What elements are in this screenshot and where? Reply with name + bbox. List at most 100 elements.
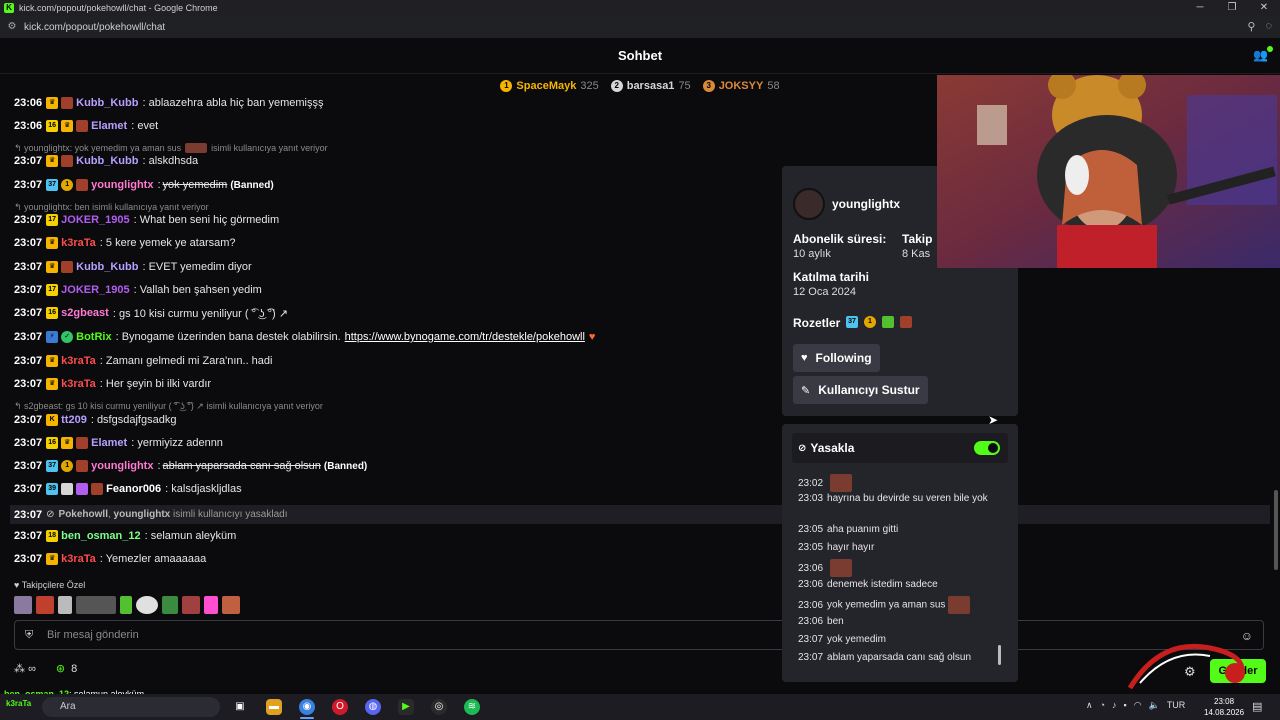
reply-icon: ↰	[14, 201, 25, 212]
log-text: ablam yaparsada canı sağ olsun	[827, 652, 972, 663]
message-username[interactable]: JOKER_1905	[61, 214, 130, 226]
tray-network-icon[interactable]: ◔	[1100, 700, 1105, 711]
ban-moderator[interactable]: Pokehowll	[59, 509, 108, 520]
chrome-icon[interactable]: ◉	[299, 699, 315, 715]
crown-badge-icon: ♛	[46, 553, 59, 565]
ban-log-scrollbar[interactable]	[998, 645, 1001, 665]
message-time: 23:07	[14, 237, 43, 249]
emote[interactable]	[14, 596, 32, 614]
message-text: : Yemezler amaaaaaa	[99, 553, 207, 565]
emote[interactable]	[58, 596, 72, 614]
chat-message: 23:07 ⚡ ✓ BotRix: Bynogame üzerinden bana d…	[14, 328, 595, 346]
message-time: 23:07	[14, 460, 43, 472]
message-username[interactable]: Kubb_Kubb	[76, 261, 138, 273]
emote[interactable]	[162, 596, 178, 614]
windows-taskbar: k3raTa Ara ▣ ▬ ◉ O ◍ ▶ ◎ ≋ ∧ ◔ ♪ ▪ ◠ 🔈 T…	[0, 694, 1280, 720]
chat-message: 23:07 16 s2gbeast: gs 10 kisi curmu yenili…	[14, 304, 288, 322]
tray-volume-icon[interactable]: 🔈	[1149, 700, 1160, 711]
emote[interactable]	[136, 596, 158, 614]
reply-context[interactable]: ↰ younglightx: yok yemedim ya aman sus is…	[14, 141, 328, 155]
tray-app-icon[interactable]: ▪	[1124, 700, 1127, 711]
minimize-icon[interactable]: ─	[1184, 0, 1216, 16]
message-time: 23:07	[14, 155, 43, 167]
kick-favicon-icon: K	[4, 3, 14, 13]
message-username[interactable]: Kubb_Kubb	[76, 155, 138, 167]
emote[interactable]	[222, 596, 240, 614]
notification-icon[interactable]: ▤	[1252, 700, 1262, 713]
user-card-username[interactable]: younglightx	[832, 197, 900, 211]
message-placeholder: Bir mesaj gönderin	[47, 629, 139, 641]
leaderboard-entry[interactable]: 1 SpaceMayk 325	[500, 80, 599, 92]
restore-icon[interactable]: ❐	[1216, 0, 1248, 16]
message-username[interactable]: JOKER_1905	[61, 284, 130, 296]
emote[interactable]	[182, 596, 200, 614]
message-time: 23:07	[14, 530, 43, 542]
avatar-badge-icon	[76, 437, 89, 449]
message-username[interactable]: s2gbeast	[61, 307, 109, 319]
leader-name: SpaceMayk	[516, 80, 577, 92]
url-text[interactable]: kick.com/popout/pokehowll/chat	[24, 22, 165, 33]
kick-app-icon[interactable]: ▶	[398, 699, 414, 715]
zoom-icon[interactable]: ⚲	[1247, 20, 1255, 33]
tray-language[interactable]: TUR	[1167, 700, 1186, 711]
message-username[interactable]: younglightx	[91, 460, 153, 472]
reply-suffix: isimli kullanıcıya yanıt veriyor	[211, 143, 328, 153]
start-button[interactable]: k3raTa	[6, 699, 31, 715]
message-username[interactable]: Elamet	[91, 120, 127, 132]
following-button[interactable]: ♥ Following	[793, 344, 880, 372]
mute-user-button[interactable]: ✎ Kullanıcıyı Sustur	[793, 376, 928, 404]
emote[interactable]	[120, 596, 132, 614]
opera-icon[interactable]: O	[332, 699, 348, 715]
emote-bar	[14, 596, 240, 614]
reply-context[interactable]: ↰ s2gbeast: gs 10 kisi curmu yeniliyur (…	[14, 399, 323, 413]
message-username[interactable]: Feanor006	[106, 483, 161, 495]
log-text: yok yemedim ya aman sus	[827, 599, 946, 611]
message-username[interactable]: k3raTa	[61, 237, 96, 249]
message-username[interactable]: k3raTa	[61, 355, 96, 367]
message-username[interactable]: ben_osman_12	[61, 530, 140, 542]
tray-mic-icon[interactable]: ♪	[1112, 700, 1117, 711]
message-username[interactable]: Elamet	[91, 437, 127, 449]
message-username[interactable]: k3raTa	[61, 378, 96, 390]
message-username[interactable]: k3raTa	[61, 553, 96, 565]
message-text: : ablaazehra abla hiç ban yememişşş	[142, 97, 324, 109]
followers-only-text: Takipçilere Özel	[21, 580, 86, 590]
tray-wifi-icon[interactable]: ◠	[1134, 700, 1142, 711]
file-explorer-icon[interactable]: ▬	[266, 699, 282, 715]
message-username[interactable]: Kubb_Kubb	[76, 97, 138, 109]
ban-toggle[interactable]	[974, 441, 1000, 455]
tray-chevron-icon[interactable]: ∧	[1086, 700, 1093, 711]
task-view-icon[interactable]: ▣	[232, 699, 248, 715]
kcoin-balance[interactable]: ⊛ 8	[56, 662, 77, 675]
taskbar-clock[interactable]: 23:08 14.08.2026	[1204, 696, 1244, 718]
ban-log-line: 23:03 hayrına bu devirde su veren bile yo…	[798, 492, 994, 505]
message-username[interactable]: tt209	[61, 414, 87, 426]
leaderboard-entry[interactable]: 3 JOKSYY 58	[702, 80, 780, 92]
discord-icon[interactable]: ◍	[365, 699, 381, 715]
taskbar-search[interactable]: Ara	[42, 697, 220, 717]
subscriber-badge-icon: 37	[46, 460, 59, 472]
reply-context[interactable]: ↰ younglightx: ben isimli kullanıcıya ya…	[14, 200, 211, 214]
message-username[interactable]: younglightx	[91, 179, 153, 191]
message-time: 23:07	[14, 483, 43, 495]
message-time: 23:07	[14, 307, 43, 319]
message-link[interactable]: https://www.bynogame.com/tr/destekle/pok…	[345, 331, 585, 343]
close-icon[interactable]: ✕	[1248, 0, 1280, 16]
chat-scrollbar[interactable]	[1274, 490, 1278, 570]
message-username[interactable]: BotRix	[76, 331, 111, 343]
emote[interactable]	[36, 596, 54, 614]
reply-text: s2gbeast: gs 10 kisi curmu yeniliyur ( ͡…	[24, 400, 204, 411]
eye-off-icon[interactable]: ◌	[1265, 20, 1272, 33]
emote[interactable]	[76, 596, 116, 614]
message-input[interactable]: ⛨ Bir mesaj gönderin ☺	[14, 620, 1264, 650]
infinity-indicator[interactable]: ⁂ ∞	[14, 662, 36, 675]
leaderboard-entry[interactable]: 2 barsasa1 75	[610, 80, 691, 92]
users-icon[interactable]: 👥	[1253, 46, 1273, 62]
obs-icon[interactable]: ◎	[431, 699, 447, 715]
chat-message: 23:06 ♛ Kubb_Kubb: ablaazehra abla hiç ban…	[14, 94, 323, 112]
emote[interactable]	[204, 596, 218, 614]
site-settings-icon[interactable]: ⚙	[6, 21, 18, 33]
spotify-icon[interactable]: ≋	[464, 699, 480, 715]
chat-message: 23:07 16 ♛ Elamet: yermiyizz adennn	[14, 434, 223, 452]
ban-target[interactable]: younglightx	[114, 509, 171, 520]
